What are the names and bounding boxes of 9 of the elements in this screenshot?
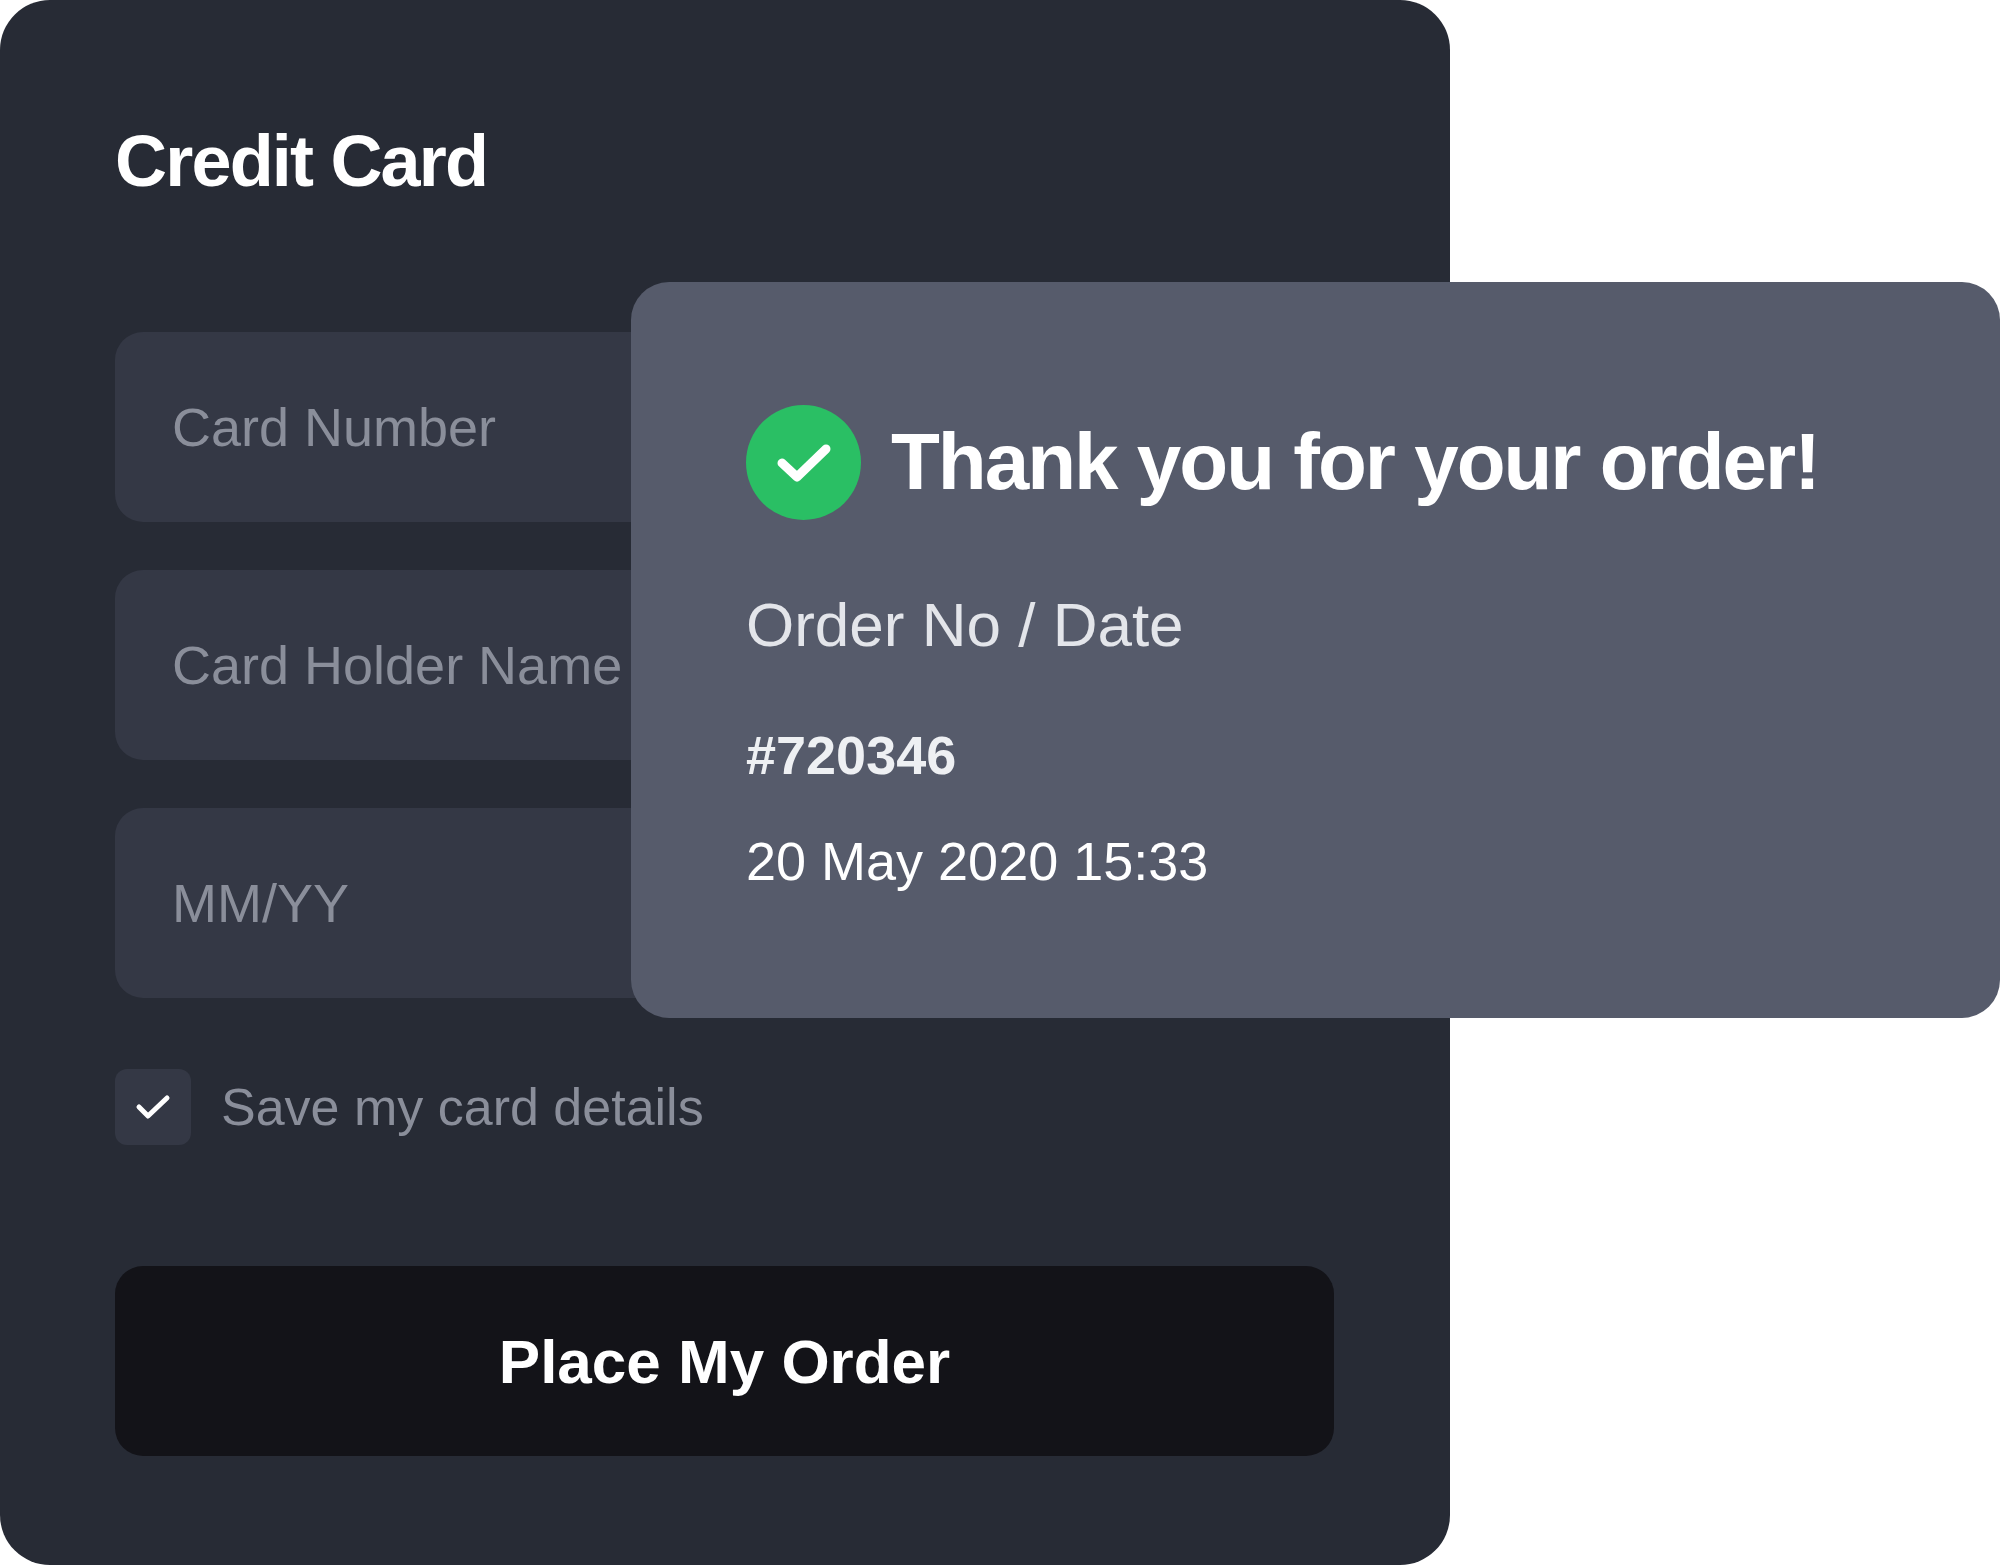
checkmark-circle-icon <box>746 404 861 520</box>
checkmark-icon <box>135 1093 171 1121</box>
place-order-button[interactable]: Place My Order <box>115 1266 1334 1456</box>
order-label: Order No / Date <box>746 594 1185 656</box>
save-card-checkbox[interactable] <box>115 1069 191 1145</box>
order-number: #720346 <box>746 728 958 782</box>
confirmation-heading: Thank you for your order! <box>891 416 1819 508</box>
card-title: Credit Card <box>115 125 489 197</box>
save-card-label: Save my card details <box>221 1077 704 1138</box>
